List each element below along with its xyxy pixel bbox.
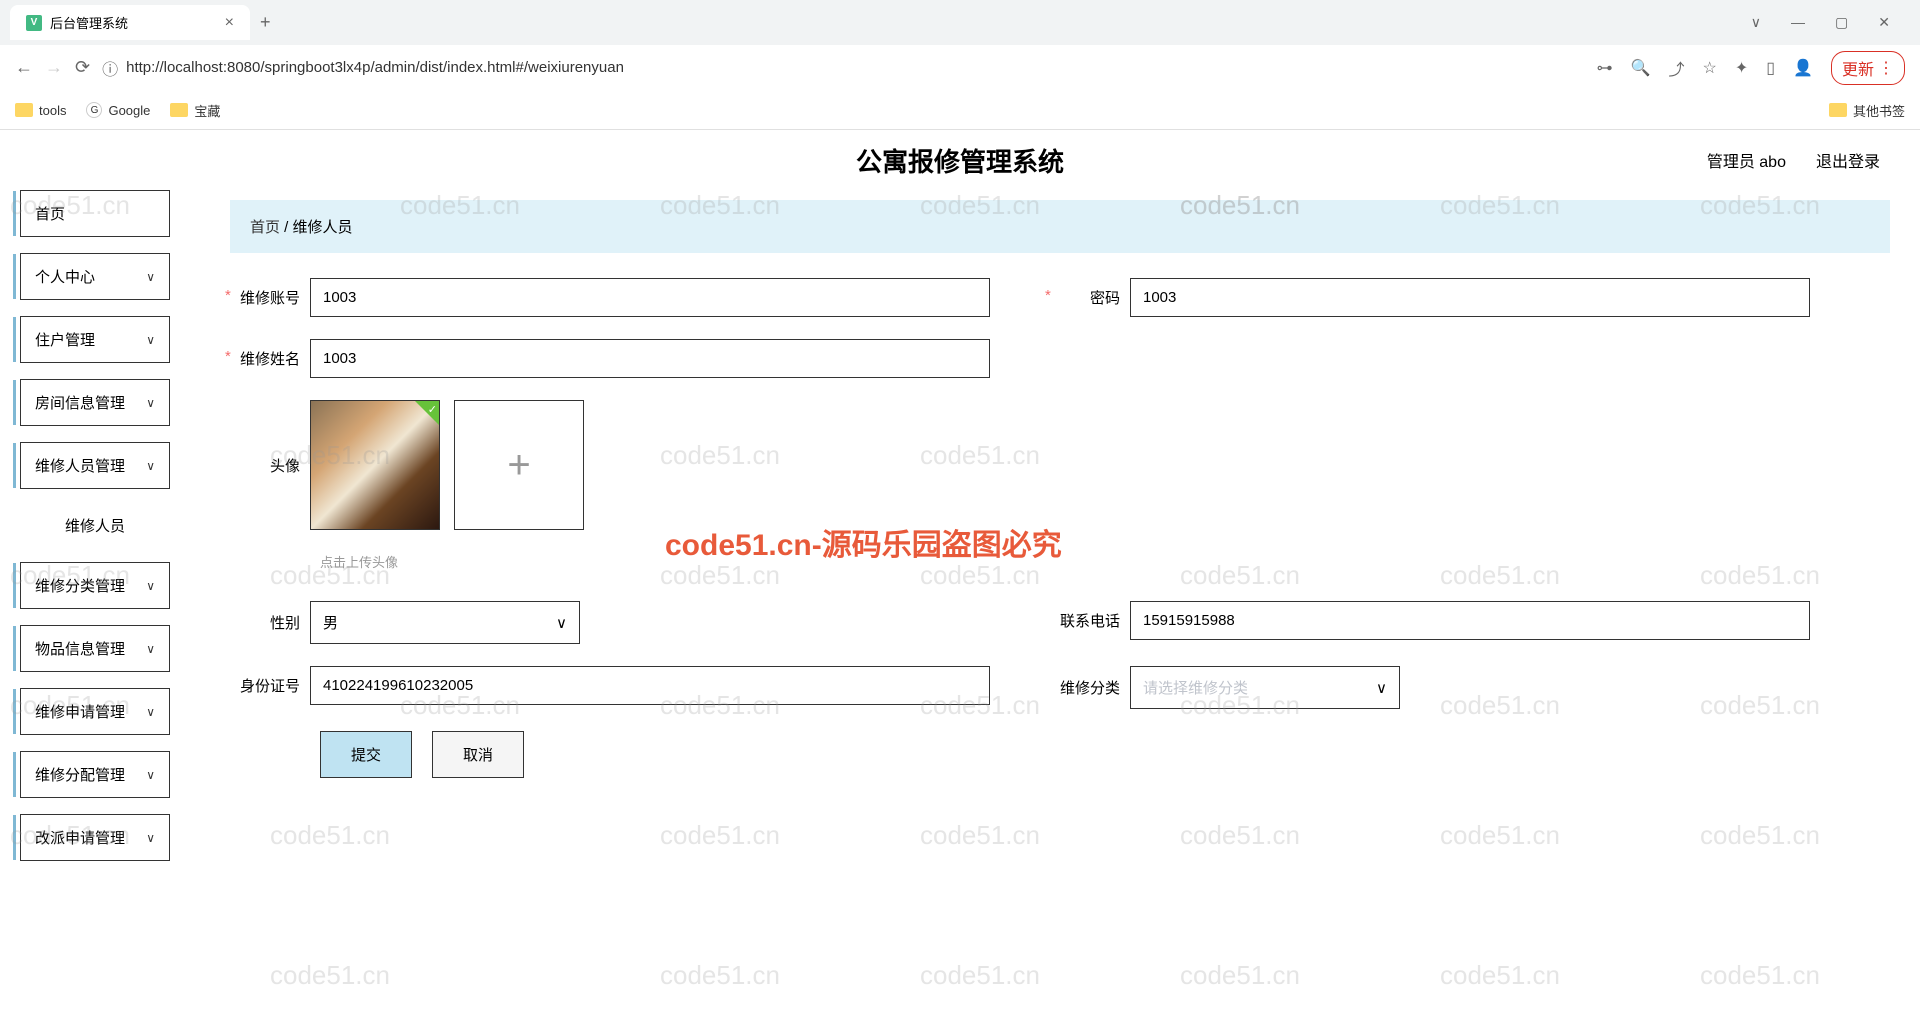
sidebar-item-resident[interactable]: 住户管理∨ [20, 316, 170, 363]
new-tab-button[interactable]: + [260, 12, 271, 33]
label-id-number: 身份证号 [230, 675, 310, 696]
bookmark-other[interactable]: 其他书签 [1829, 101, 1905, 120]
avatar-hint: 点击上传头像 [320, 552, 1890, 571]
plus-icon: + [507, 443, 530, 488]
bookmark-google[interactable]: GGoogle [86, 102, 150, 118]
maximize-icon[interactable]: ▢ [1835, 14, 1848, 31]
chevron-down-icon: ∨ [556, 614, 567, 632]
close-tab-icon[interactable]: × [225, 14, 234, 32]
chevron-down-icon: ∨ [1376, 679, 1387, 697]
label-avatar: 头像 [230, 455, 310, 476]
google-icon: G [86, 102, 102, 118]
browser-chrome: V 后台管理系统 × + ∨ — ▢ ✕ ← → ⟳ ⓘ http://loca… [0, 0, 1920, 130]
sidebar-item-repair-category[interactable]: 维修分类管理∨ [20, 562, 170, 609]
sidebar-item-repair-staff[interactable]: 维修人员管理∨ [20, 442, 170, 489]
input-repair-account[interactable] [310, 278, 990, 317]
breadcrumb: 首页 / 维修人员 [230, 200, 1890, 253]
label-repair-category: 维修分类 [1050, 677, 1130, 698]
close-window-icon[interactable]: ✕ [1878, 14, 1890, 31]
back-button[interactable]: ← [15, 57, 33, 78]
cancel-button[interactable]: 取消 [432, 731, 524, 778]
bookmark-bar: tools GGoogle 宝藏 其他书签 [0, 90, 1920, 130]
app-header: 公寓报修管理系统 管理员 abo 退出登录 [0, 130, 1920, 190]
sidebar-item-room[interactable]: 房间信息管理∨ [20, 379, 170, 426]
chevron-down-icon: ∨ [146, 831, 155, 845]
search-icon[interactable]: 🔍 [1631, 58, 1651, 78]
update-button[interactable]: 更新 ⋮ [1831, 51, 1905, 85]
input-password[interactable] [1130, 278, 1810, 317]
submit-button[interactable]: 提交 [320, 731, 412, 778]
sidebar-subitem-repair-staff[interactable]: 维修人员 [20, 505, 170, 546]
avatar-thumbnail[interactable] [310, 400, 440, 530]
select-repair-category[interactable]: 请选择维修分类∨ [1130, 666, 1400, 709]
folder-icon [170, 103, 188, 117]
label-password: 密码 [1050, 287, 1130, 308]
reload-button[interactable]: ⟳ [75, 57, 90, 78]
forward-button[interactable]: → [45, 57, 63, 78]
share-icon[interactable]: ⤴ [1668, 56, 1684, 80]
bookmark-baozang[interactable]: 宝藏 [170, 101, 220, 120]
tab-title: 后台管理系统 [50, 13, 217, 32]
url-field[interactable]: ⓘ http://localhost:8080/springboot3lx4p/… [102, 56, 1584, 80]
label-phone: 联系电话 [1050, 610, 1130, 631]
chevron-down-icon: ∨ [146, 642, 155, 656]
sidebar-item-repair-request[interactable]: 维修申请管理∨ [20, 688, 170, 735]
url-text: http://localhost:8080/springboot3lx4p/ad… [126, 59, 624, 76]
window-dropdown-icon[interactable]: ∨ [1751, 14, 1761, 31]
panel-icon[interactable]: ▯ [1766, 58, 1775, 78]
vue-favicon: V [26, 15, 42, 31]
chevron-down-icon: ∨ [146, 396, 155, 410]
folder-icon [1829, 103, 1847, 117]
star-icon[interactable]: ☆ [1703, 58, 1717, 78]
address-bar: ← → ⟳ ⓘ http://localhost:8080/springboot… [0, 45, 1920, 90]
folder-icon [15, 103, 33, 117]
check-icon [415, 401, 439, 425]
label-repair-name: 维修姓名 [230, 348, 310, 369]
extension-icon[interactable]: ✦ [1735, 58, 1748, 78]
bookmark-tools[interactable]: tools [15, 103, 66, 118]
app-title: 公寓报修管理系统 [856, 142, 1064, 179]
info-icon: ⓘ [102, 56, 118, 80]
input-repair-name[interactable] [310, 339, 990, 378]
avatar-upload-button[interactable]: + [454, 400, 584, 530]
browser-tab[interactable]: V 后台管理系统 × [10, 5, 250, 40]
content-area: 首页 / 维修人员 维修账号 密码 维修姓名 头像 [190, 130, 1920, 1030]
tab-bar: V 后台管理系统 × + ∨ — ▢ ✕ [0, 0, 1920, 45]
sidebar-item-profile[interactable]: 个人中心∨ [20, 253, 170, 300]
chevron-down-icon: ∨ [146, 333, 155, 347]
user-label[interactable]: 管理员 abo [1707, 148, 1786, 172]
input-id-number[interactable] [310, 666, 990, 705]
sidebar: 首页 个人中心∨ 住户管理∨ 房间信息管理∨ 维修人员管理∨ 维修人员 维修分类… [0, 130, 190, 1030]
sidebar-item-goods[interactable]: 物品信息管理∨ [20, 625, 170, 672]
window-controls: ∨ — ▢ ✕ [1751, 14, 1910, 31]
chevron-down-icon: ∨ [146, 705, 155, 719]
breadcrumb-current: 维修人员 [293, 219, 353, 236]
app-body: 首页 个人中心∨ 住户管理∨ 房间信息管理∨ 维修人员管理∨ 维修人员 维修分类… [0, 130, 1920, 1030]
input-phone[interactable] [1130, 601, 1810, 640]
breadcrumb-home[interactable]: 首页 [250, 219, 280, 236]
label-repair-account: 维修账号 [230, 287, 310, 308]
sidebar-item-home[interactable]: 首页 [20, 190, 170, 237]
chevron-down-icon: ∨ [146, 768, 155, 782]
chevron-down-icon: ∨ [146, 270, 155, 284]
profile-icon[interactable]: 👤 [1793, 58, 1813, 78]
select-gender[interactable]: 男∨ [310, 601, 580, 644]
sidebar-item-reassign[interactable]: 改派申请管理∨ [20, 814, 170, 861]
minimize-icon[interactable]: — [1791, 14, 1805, 31]
chevron-down-icon: ∨ [146, 459, 155, 473]
key-icon[interactable]: ⊶ [1597, 58, 1613, 78]
chevron-down-icon: ∨ [146, 579, 155, 593]
label-gender: 性别 [230, 612, 310, 633]
watermark-text: code51.cn-源码乐园盗图必究 [665, 520, 1062, 564]
logout-button[interactable]: 退出登录 [1816, 148, 1880, 172]
sidebar-item-repair-assign[interactable]: 维修分配管理∨ [20, 751, 170, 798]
